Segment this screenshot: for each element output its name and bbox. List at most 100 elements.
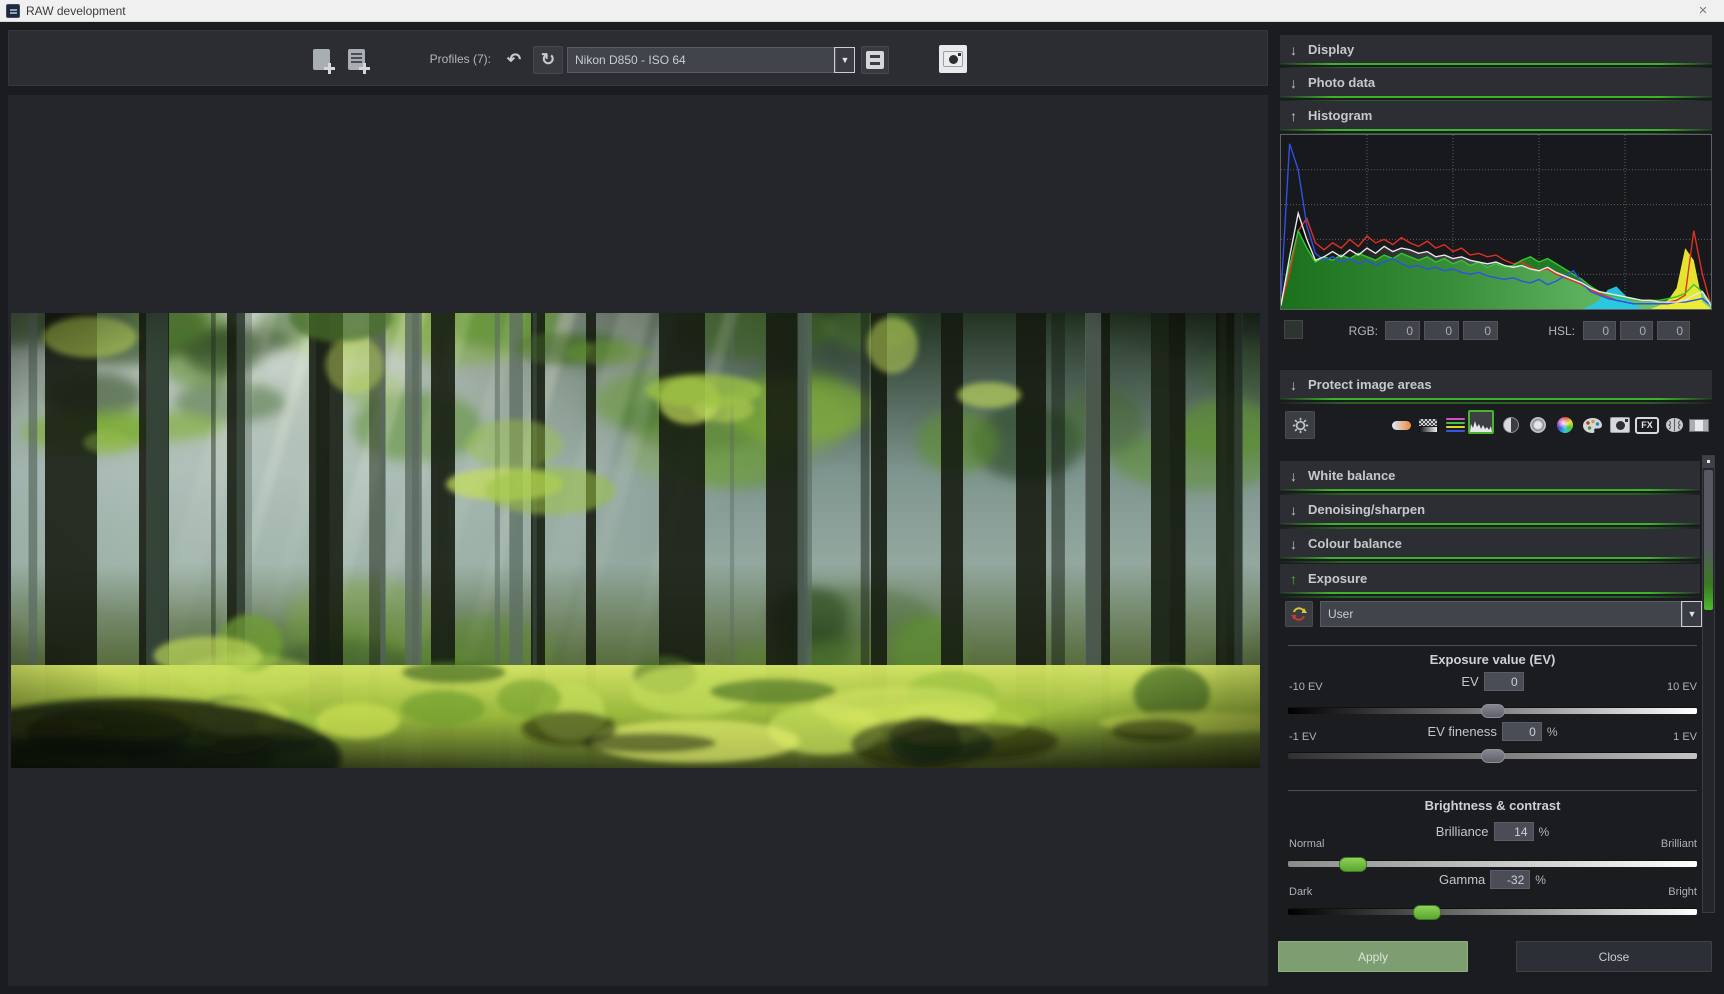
exposure-preset-select[interactable]: User ▼ [1320, 601, 1702, 627]
section-display[interactable]: ↓ Display [1280, 35, 1712, 64]
close-button[interactable]: Close [1516, 941, 1712, 972]
color-sphere-icon [1557, 417, 1573, 433]
ev-slider-thumb[interactable] [1481, 704, 1505, 718]
gamma-input[interactable]: -32 [1490, 870, 1530, 889]
gamma-max-label: Bright [1600, 886, 1697, 898]
tool-effects-button[interactable]: FX [1634, 412, 1660, 438]
tool-panorama-button[interactable] [1686, 412, 1712, 438]
save-profile-button[interactable] [861, 46, 889, 74]
tool-camera-button[interactable] [1607, 412, 1633, 438]
expand-arrow-icon: ↑ [1290, 108, 1308, 124]
divider [1288, 790, 1697, 791]
add-profile-icon [313, 49, 330, 70]
fx-icon: FX [1635, 417, 1659, 434]
tool-exposure-button-selected[interactable] [1468, 409, 1494, 435]
exposure-histogram-icon [1468, 410, 1494, 434]
exposure-preset-arrow[interactable]: ▼ [1682, 602, 1701, 626]
profiles-label: Profiles (7): [381, 52, 491, 66]
gamma-min-label: Dark [1289, 886, 1312, 898]
tool-ai-button[interactable] [1661, 412, 1687, 438]
rgb-b-value: 0 [1463, 321, 1498, 340]
gamma-slider-thumb[interactable] [1413, 905, 1441, 920]
expand-arrow-icon: ↑ [1290, 571, 1308, 587]
ev-group-heading: Exposure value (EV) [1288, 652, 1697, 667]
brain-icon [1665, 417, 1684, 433]
ev-fineness-slider-thumb[interactable] [1481, 749, 1505, 763]
add-profile-button[interactable] [307, 44, 335, 74]
reset-icon [1291, 606, 1307, 622]
brilliance-label: Brilliance [1436, 824, 1489, 839]
collapse-arrow-icon: ↓ [1290, 536, 1308, 552]
collapse-arrow-icon: ↓ [1290, 75, 1308, 91]
chevron-down-icon: ▼ [1688, 609, 1697, 619]
section-white-balance-label: White balance [1308, 468, 1395, 483]
sync-icon: ↻ [541, 50, 555, 70]
scrollbar-thumb[interactable] [1704, 470, 1713, 610]
section-white-balance[interactable]: ↓ White balance [1280, 461, 1700, 490]
profile-select[interactable]: Nikon D850 - ISO 64 ▼ [567, 47, 855, 73]
gamma-unit: % [1535, 873, 1546, 887]
section-exposure-label: Exposure [1308, 571, 1367, 586]
photo-preview[interactable] [11, 313, 1260, 768]
reset-exposure-button[interactable] [1285, 601, 1313, 627]
ev-input[interactable]: 0 [1484, 672, 1524, 691]
sync-profile-button[interactable]: ↻ [533, 46, 563, 74]
ev-fineness-slider-track[interactable] [1288, 752, 1697, 759]
palette-icon [1582, 417, 1603, 434]
gamma-label: Gamma [1439, 872, 1485, 887]
app-icon [6, 4, 20, 18]
save-icon [866, 51, 884, 69]
gamma-slider-track[interactable] [1288, 908, 1697, 915]
tool-denoise-button[interactable] [1415, 412, 1441, 438]
chevron-down-icon: ▼ [841, 55, 850, 65]
window-close-button[interactable]: × [1688, 2, 1718, 19]
ev-label: EV [1461, 674, 1478, 689]
camera-icon [943, 51, 963, 67]
window-titlebar: RAW development × [0, 0, 1724, 22]
section-photo-data[interactable]: ↓ Photo data [1280, 68, 1712, 97]
section-protect-areas[interactable]: ↓ Protect image areas [1280, 370, 1712, 399]
profile-select-arrow[interactable]: ▼ [835, 48, 854, 72]
scrollbar-top-button[interactable] [1703, 456, 1714, 468]
section-photo-data-label: Photo data [1308, 75, 1375, 90]
ev-max-label: 10 EV [1600, 681, 1697, 693]
bc-group-heading: Brightness & contrast [1288, 798, 1697, 813]
gear-icon [1292, 417, 1309, 434]
section-denoising[interactable]: ↓ Denoising/sharpen [1280, 495, 1700, 524]
section-protect-areas-label: Protect image areas [1308, 377, 1432, 392]
ev-fineness-min-label: -1 EV [1289, 731, 1317, 743]
tool-colour-balance-button[interactable] [1442, 412, 1468, 438]
brilliance-input[interactable]: 14 [1494, 822, 1534, 841]
section-histogram-label: Histogram [1308, 108, 1372, 123]
histogram-chart [1281, 135, 1711, 309]
window-title: RAW development [26, 4, 126, 18]
settings-button[interactable] [1285, 411, 1315, 439]
profile-select-value: Nikon D850 - ISO 64 [575, 53, 686, 67]
preview-toggle-button[interactable] [939, 45, 967, 73]
brilliance-slider-track[interactable] [1288, 860, 1697, 867]
exposure-preset-value: User [1328, 607, 1353, 621]
undo-button[interactable]: ↶ [499, 46, 529, 74]
collapse-arrow-icon: ↓ [1290, 468, 1308, 484]
brilliance-unit: % [1539, 825, 1550, 839]
ev-slider-track[interactable] [1288, 707, 1697, 714]
apply-button[interactable]: Apply [1278, 941, 1468, 972]
camera-small-icon [1610, 417, 1630, 433]
undo-icon: ↶ [507, 50, 521, 70]
tool-white-balance-button[interactable] [1388, 412, 1414, 438]
section-histogram[interactable]: ↑ Histogram [1280, 101, 1712, 130]
hsl-label: HSL: [1525, 324, 1575, 338]
tool-palette-button[interactable] [1579, 412, 1605, 438]
pixel-readout-row: RGB: 0 0 0 HSL: 0 0 0 [1280, 318, 1712, 346]
ev-fineness-input[interactable]: 0 [1502, 722, 1542, 741]
tool-contrast-button[interactable] [1498, 412, 1524, 438]
section-exposure[interactable]: ↑ Exposure [1280, 564, 1700, 593]
section-colour-balance[interactable]: ↓ Colour balance [1280, 529, 1700, 558]
panel-scrollbar[interactable] [1702, 455, 1715, 913]
rgb-g-value: 0 [1424, 321, 1459, 340]
rgb-label: RGB: [1300, 324, 1378, 338]
add-profile-from-settings-button[interactable] [342, 44, 370, 74]
hsl-s-value: 0 [1620, 321, 1653, 340]
tool-vignette-button[interactable] [1525, 412, 1551, 438]
tool-saturation-button[interactable] [1552, 412, 1578, 438]
